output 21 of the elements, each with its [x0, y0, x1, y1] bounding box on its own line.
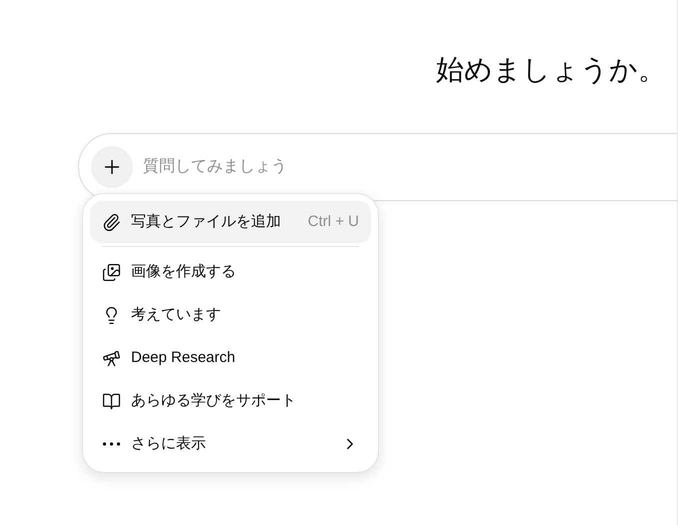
add-button[interactable]	[91, 146, 133, 188]
book-icon	[102, 392, 121, 410]
menu-item-label: 考えています	[131, 304, 222, 325]
question-field[interactable]: 質問してみましょう	[143, 155, 677, 179]
heading: 始めましょうか。	[436, 53, 666, 87]
menu-item[interactable]: 画像を作成する	[90, 251, 371, 293]
images-icon	[102, 262, 121, 282]
menu-item-label: あらゆる学びをサポート	[131, 390, 297, 411]
menu-item-label: さらに表示	[131, 434, 207, 454]
paperclip-icon	[102, 212, 121, 232]
menu-item[interactable]: 考えています	[90, 294, 371, 336]
menu-item-label: 写真とファイルを追加	[131, 212, 282, 232]
menu-item[interactable]: 写真とファイルを追加 Ctrl + U	[90, 201, 371, 243]
menu-item-label: Deep Research	[131, 348, 236, 368]
menu-item-label: 画像を作成する	[131, 262, 237, 282]
menu-item[interactable]: あらゆる学びをサポート	[90, 380, 371, 422]
more-icon	[102, 442, 121, 446]
menu-item[interactable]: さらに表示	[90, 423, 371, 465]
telescope-icon	[102, 348, 121, 368]
menu-item[interactable]: Deep Research	[90, 337, 371, 379]
shortcut-label: Ctrl + U	[308, 212, 359, 232]
